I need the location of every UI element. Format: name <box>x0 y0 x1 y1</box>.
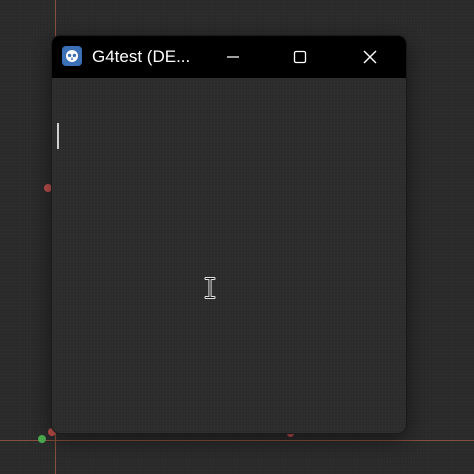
close-icon <box>363 50 377 64</box>
maximize-icon <box>293 50 307 64</box>
editor-handle-red[interactable] <box>44 184 52 192</box>
app-window: G4test (DE... <box>52 36 406 433</box>
godot-engine-icon <box>62 46 82 66</box>
editor-guide-horizontal <box>0 440 474 441</box>
text-caret <box>57 123 59 149</box>
title-bar[interactable]: G4test (DE... <box>52 36 406 78</box>
editor-handle-green[interactable] <box>38 435 46 443</box>
minimize-button[interactable] <box>210 36 256 78</box>
close-button[interactable] <box>347 36 393 78</box>
minimize-icon <box>227 56 239 58</box>
maximize-button[interactable] <box>277 36 323 78</box>
desktop-background: G4test (DE... <box>0 0 474 474</box>
ibeam-cursor-icon <box>204 277 216 299</box>
window-title: G4test (DE... <box>92 47 191 66</box>
text-input-area[interactable] <box>52 78 406 433</box>
